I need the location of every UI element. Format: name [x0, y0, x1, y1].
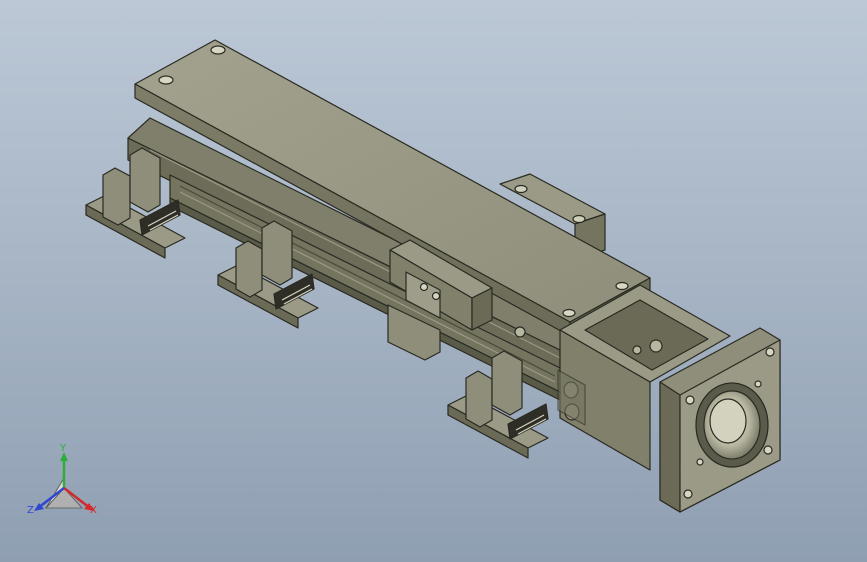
- linear-actuator-model[interactable]: [0, 0, 867, 562]
- x-axis-label: X: [90, 505, 97, 516]
- y-axis-label: Y: [60, 443, 67, 454]
- plate-hole: [562, 308, 576, 318]
- plate-hole: [615, 281, 629, 291]
- plate-hole: [158, 75, 174, 85]
- plate-hole: [210, 45, 226, 55]
- orientation-triad[interactable]: Y X Z: [24, 444, 106, 524]
- cad-viewport[interactable]: Y X Z: [0, 0, 867, 562]
- z-axis-label: Z: [27, 505, 34, 516]
